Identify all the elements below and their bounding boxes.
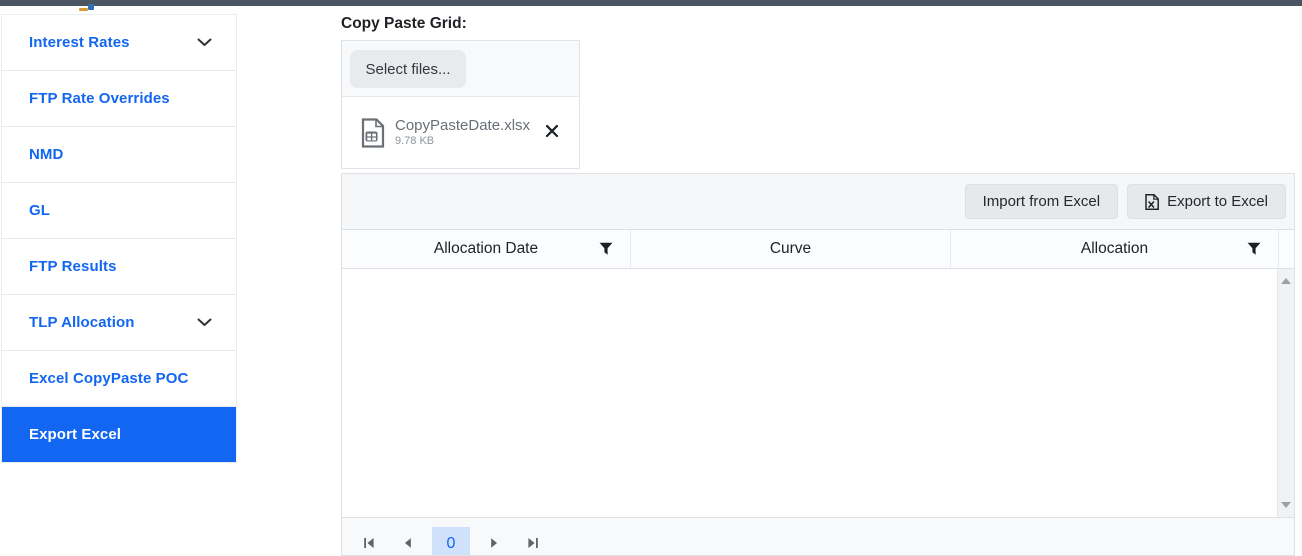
logo-fragment-orange: [79, 8, 88, 11]
sidebar-item-label: Excel CopyPaste POC: [29, 370, 188, 387]
filter-icon[interactable]: [1247, 242, 1261, 256]
logo-fragment-blue: [88, 4, 94, 10]
export-to-excel-label: Export to Excel: [1167, 193, 1268, 210]
grid-header-row: Allocation Date Curve Allocation: [342, 230, 1294, 269]
app-page: Interest Rates FTP Rate Overrides NMD GL…: [0, 0, 1302, 556]
sidebar-item-label: TLP Allocation: [29, 314, 135, 331]
column-header-label: Curve: [770, 240, 811, 258]
uploaded-file-item: CopyPasteDate.xlsx 9.78 KB: [342, 97, 579, 168]
column-header-spacer: [1279, 230, 1294, 268]
close-icon: [545, 124, 559, 141]
sidebar-item-ftp-results[interactable]: FTP Results: [2, 239, 236, 295]
file-upload-widget: Select files... CopyPasteDate.xlsx: [341, 40, 580, 169]
grid-toolbar: Import from Excel Export to Excel: [342, 174, 1294, 230]
grid-pager: 0: [342, 517, 1294, 555]
data-grid: Import from Excel Export to Excel Al: [341, 173, 1295, 556]
scroll-up-icon[interactable]: [1281, 278, 1291, 284]
excel-export-icon: [1145, 194, 1159, 210]
column-header-curve[interactable]: Curve: [631, 230, 951, 268]
grid-body: [342, 269, 1294, 517]
sidebar-item-label: FTP Rate Overrides: [29, 90, 170, 107]
sidebar-item-interest-rates[interactable]: Interest Rates: [2, 15, 236, 71]
import-from-excel-button[interactable]: Import from Excel: [965, 184, 1119, 219]
scroll-down-icon[interactable]: [1281, 502, 1291, 508]
grid-body-empty-area: [342, 269, 1277, 517]
sidebar-item-label: FTP Results: [29, 258, 117, 275]
pager-last-page-button[interactable]: [518, 527, 548, 556]
caret-left-icon: [402, 537, 414, 552]
sidebar-item-label: GL: [29, 202, 50, 219]
column-header-allocation[interactable]: Allocation: [951, 230, 1279, 268]
sidebar-item-export-excel[interactable]: Export Excel: [2, 407, 236, 463]
file-name: CopyPasteDate.xlsx: [395, 117, 530, 135]
sidebar-item-ftp-rate-overrides[interactable]: FTP Rate Overrides: [2, 71, 236, 127]
excel-file-icon: [360, 118, 386, 148]
file-size: 9.78 KB: [395, 135, 530, 148]
column-header-label: Allocation: [1081, 240, 1148, 258]
main-content: Copy Paste Grid: Select files...: [341, 0, 1302, 556]
sidebar-item-nmd[interactable]: NMD: [2, 127, 236, 183]
chevron-down-icon: [197, 318, 212, 327]
upload-dropzone: Select files...: [342, 41, 579, 97]
remove-file-button[interactable]: [543, 124, 561, 142]
file-meta: CopyPasteDate.xlsx 9.78 KB: [395, 117, 530, 148]
chevron-down-icon: [197, 38, 212, 47]
seek-last-icon: [527, 537, 539, 552]
sidebar-item-label: Export Excel: [29, 426, 121, 443]
import-from-excel-label: Import from Excel: [983, 193, 1101, 210]
vertical-scrollbar[interactable]: [1277, 269, 1294, 517]
logo-fragment: [79, 4, 97, 12]
sidebar-item-tlp-allocation[interactable]: TLP Allocation: [2, 295, 236, 351]
sidebar-item-gl[interactable]: GL: [2, 183, 236, 239]
page-title: Copy Paste Grid:: [341, 15, 467, 33]
pager-previous-page-button[interactable]: [393, 527, 423, 556]
pager-next-page-button[interactable]: [479, 527, 509, 556]
sidebar-item-label: Interest Rates: [29, 34, 130, 51]
filter-icon[interactable]: [599, 242, 613, 256]
pager-first-page-button[interactable]: [354, 527, 384, 556]
select-files-button[interactable]: Select files...: [350, 50, 466, 88]
column-header-label: Allocation Date: [434, 240, 538, 258]
sidebar-item-excel-copypaste-poc[interactable]: Excel CopyPaste POC: [2, 351, 236, 407]
column-header-allocation-date[interactable]: Allocation Date: [342, 230, 631, 268]
caret-right-icon: [488, 537, 500, 552]
seek-first-icon: [363, 537, 375, 552]
sidebar-nav: Interest Rates FTP Rate Overrides NMD GL…: [1, 14, 237, 463]
export-to-excel-button[interactable]: Export to Excel: [1127, 184, 1286, 219]
sidebar-item-label: NMD: [29, 146, 63, 163]
pager-current-page[interactable]: 0: [432, 527, 470, 556]
